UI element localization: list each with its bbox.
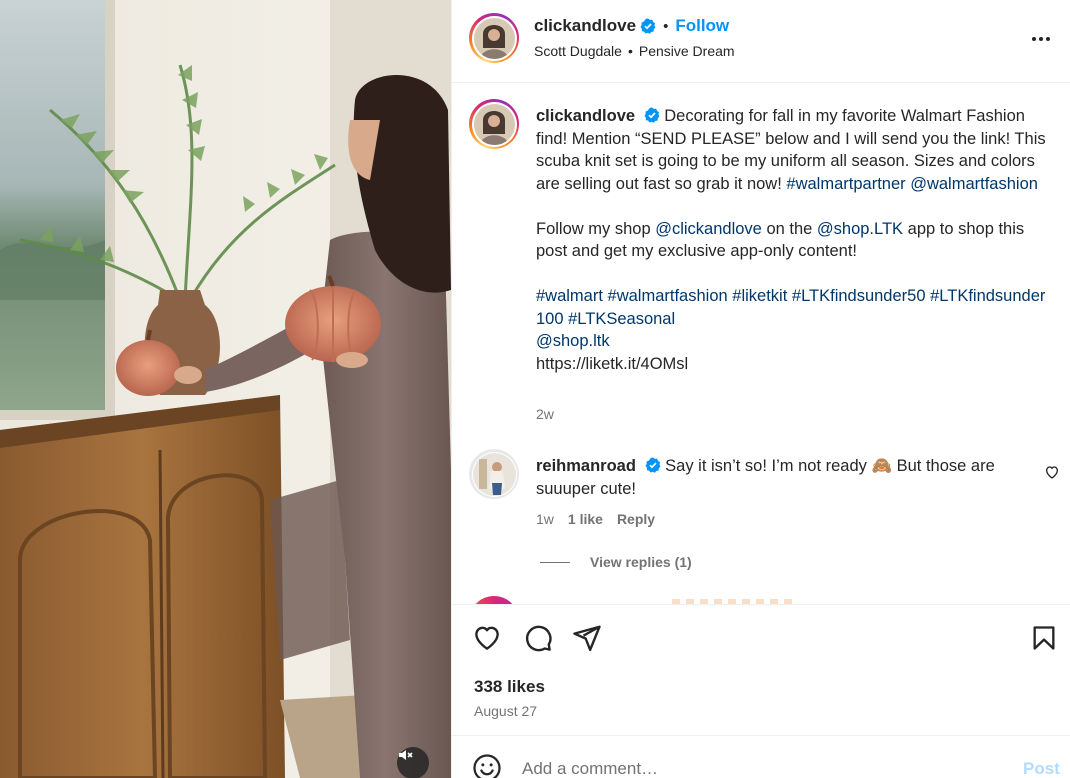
post-comment-button[interactable]: Post — [1023, 759, 1060, 778]
comment-bubble-icon — [523, 623, 553, 658]
commenter-avatar[interactable] — [469, 449, 519, 499]
post-video[interactable] — [0, 0, 451, 778]
see-no-evil-emoji: 🙈 — [871, 457, 893, 475]
audio-track[interactable]: Pensive Dream — [639, 43, 735, 59]
next-comment-preview — [672, 599, 792, 604]
commenter-username[interactable]: reihmanroad — [536, 457, 636, 475]
author-avatar[interactable] — [469, 13, 519, 63]
comment-body: reihmanroad Say it isn’t so! I’m not rea… — [536, 455, 1036, 501]
next-commenter-avatar[interactable] — [469, 596, 519, 604]
view-replies-button[interactable]: View replies (1) — [540, 554, 692, 570]
caption-mention[interactable]: @walmartfashion — [910, 175, 1038, 193]
share-button[interactable] — [571, 624, 603, 656]
caption-hashtag[interactable]: #LTKfindsunder50 — [792, 287, 926, 305]
caption-mention[interactable]: @clickandlove — [655, 220, 762, 238]
audio-separator: • — [627, 43, 633, 59]
caption-hashtag[interactable]: #walmartpartner — [786, 175, 905, 193]
more-options-button[interactable] — [1027, 24, 1055, 52]
comment-button[interactable] — [522, 624, 554, 656]
save-button[interactable] — [1028, 624, 1060, 656]
emoji-picker-button[interactable] — [472, 753, 502, 778]
post-caption: clickandlove Decorating for fall in my f… — [536, 105, 1051, 375]
verified-badge-icon — [644, 107, 660, 123]
video-frame — [0, 0, 451, 778]
comment-text: Say it isn’t so! I’m not ready — [665, 457, 872, 475]
verified-badge-icon — [640, 18, 656, 34]
separator-dot: • — [663, 17, 669, 35]
comment-input[interactable] — [522, 757, 1002, 778]
author-username[interactable]: clickandlove — [534, 16, 636, 36]
reply-button[interactable]: Reply — [617, 511, 655, 527]
more-horizontal-icon — [1031, 29, 1051, 47]
caption-hashtag[interactable]: #walmart — [536, 287, 603, 305]
comment-likes-count[interactable]: 1 like — [568, 511, 603, 527]
caption-timestamp[interactable]: 2w — [536, 406, 554, 422]
caption-hashtag[interactable]: #liketkit — [732, 287, 787, 305]
bookmark-icon — [1030, 623, 1058, 658]
comment-meta: 1w 1 like Reply — [536, 511, 655, 527]
heart-outline-icon — [1044, 466, 1060, 484]
add-comment-bar: Post — [452, 737, 1070, 778]
caption-username[interactable]: clickandlove — [536, 107, 635, 125]
caption-mention[interactable]: @shop.ltk — [536, 332, 610, 350]
like-button[interactable] — [471, 624, 503, 656]
audio-info[interactable]: Scott Dugdale • Pensive Dream — [534, 43, 735, 59]
caption-text: Follow my shop — [536, 219, 656, 238]
replies-divider — [540, 561, 570, 563]
caption-text: on the — [761, 219, 817, 238]
caption-author-avatar[interactable] — [469, 99, 519, 149]
comment-timestamp[interactable]: 1w — [536, 511, 554, 527]
caption-mention[interactable]: @shop.LTK — [817, 220, 903, 238]
send-paper-plane-icon — [572, 623, 602, 658]
smiley-emoji-icon — [472, 754, 502, 778]
caption-hashtag[interactable]: #walmartfashion — [608, 287, 728, 305]
verified-badge-icon — [645, 457, 661, 473]
post-header: clickandlove • Follow Scott Dugdale • Pe… — [452, 0, 1070, 83]
post-details-panel: clickandlove • Follow Scott Dugdale • Pe… — [451, 0, 1070, 778]
caption-hashtag[interactable]: #LTKSeasonal — [568, 310, 675, 328]
post-actions: 338 likes August 27 — [452, 606, 1070, 736]
audio-artist[interactable]: Scott Dugdale — [534, 43, 622, 59]
caption-link[interactable]: https://liketk.it/4OMsl — [536, 355, 688, 373]
follow-button[interactable]: Follow — [675, 16, 729, 36]
mute-button[interactable] — [397, 747, 429, 778]
post-date[interactable]: August 27 — [474, 703, 537, 719]
heart-icon — [472, 623, 502, 658]
comments-section[interactable]: clickandlove Decorating for fall in my f… — [452, 84, 1070, 605]
comment-like-button[interactable] — [1044, 464, 1060, 480]
likes-count[interactable]: 338 likes — [474, 677, 545, 697]
view-replies-label: View replies (1) — [590, 554, 692, 570]
